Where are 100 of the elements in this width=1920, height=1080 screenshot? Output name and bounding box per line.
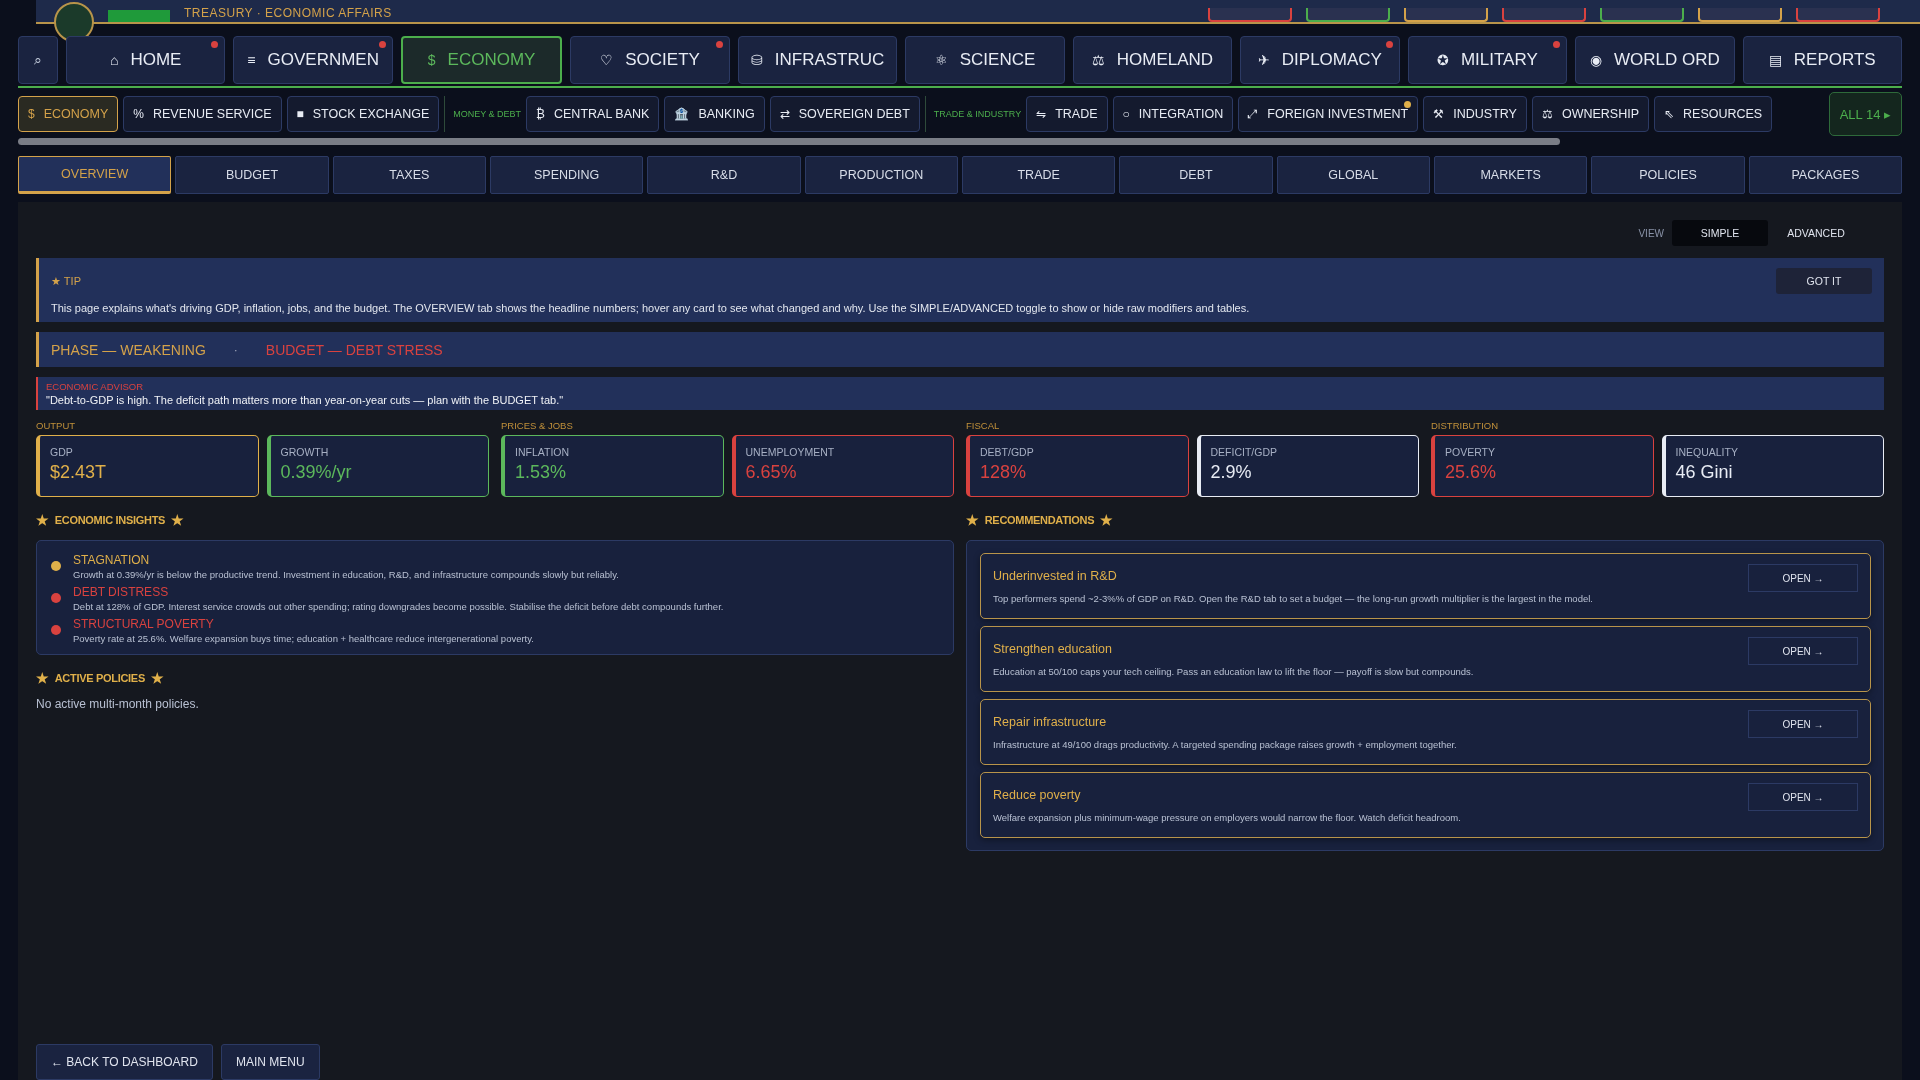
status-chip[interactable] [1404, 8, 1488, 22]
metric-value: 25.6% [1445, 462, 1498, 483]
all-tabs-button[interactable]: ALL 14 ▸ [1828, 92, 1902, 136]
sub-tab[interactable]: ⚖ OWNERSHIP [1531, 96, 1650, 132]
group-label: TRADE & INDUSTRY [924, 96, 1022, 132]
page-tab[interactable]: BUDGET [175, 156, 329, 194]
star-icon: ★ [150, 670, 164, 686]
page-tab[interactable]: R&D [647, 156, 801, 194]
metric-value: 128% [980, 462, 1028, 483]
section-title: RECOMMENDATIONS [984, 514, 1095, 526]
star-icon: ★ [966, 512, 979, 528]
recommendation-title: Strengthen education [993, 641, 1113, 656]
page-tab[interactable]: OVERVIEW [18, 156, 172, 194]
metric-card[interactable]: INEQUALITY 46 Gini [1661, 435, 1884, 497]
status-chip[interactable] [1208, 8, 1292, 22]
nav-tab[interactable]: ♡ SOCIETY [570, 36, 730, 84]
metric-card[interactable]: GDP $2.43T [36, 435, 259, 497]
sub-tab[interactable]: ⚒ INDUSTRY [1423, 96, 1527, 132]
metric-card[interactable]: DEBT/GDP 128% [966, 435, 1189, 497]
nav-tab[interactable]: ✈ DIPLOMACY [1240, 36, 1400, 84]
recommendation-text: Welfare expansion plus minimum-wage pressure on employers would narrow the floor. Watch deficit headroom. [993, 811, 1461, 823]
flag-icon [108, 10, 170, 22]
metric-label: INEQUALITY [1675, 446, 1739, 458]
scrollbar[interactable] [18, 138, 1560, 145]
footer-button[interactable]: ← BACK TO DASHBOARD [36, 1044, 213, 1080]
metric-label: INFLATION [515, 446, 571, 458]
star-icon: ★ [36, 512, 49, 528]
sub-tab[interactable]: ⇋ TRADE [1026, 96, 1108, 132]
nav-tab[interactable]: ⚛ SCIENCE [905, 36, 1065, 84]
page-tab[interactable]: SPENDING [490, 156, 644, 194]
sub-tab[interactable]: % REVENUE SERVICE [123, 96, 282, 132]
group-label: PRICES & JOBS [501, 420, 574, 431]
metric-card[interactable]: INFLATION 1.53% [501, 435, 724, 497]
recommendation-title: Repair infrastructure [993, 714, 1108, 729]
metric-label: DEFICIT/GDP [1210, 446, 1278, 458]
group-label: MONEY & DEBT [444, 96, 522, 132]
recommendation-text: Top performers spend ~2-3%% of GDP on R&D. Open the R&D tab to set a budget — the long-run growth multiplier is the largest in the model. [993, 592, 1593, 604]
view-label: VIEW [1638, 227, 1664, 239]
recommendation-text: Infrastructure at 49/100 drags productivity. A targeted spending package raises growth + employment together. [993, 738, 1457, 750]
nav-tab[interactable]: ⌂ HOME [66, 36, 226, 84]
tip-title: ★ TIP [51, 274, 81, 288]
metric-value: 2.9% [1210, 462, 1253, 483]
open-button[interactable]: OPEN → [1748, 564, 1858, 592]
nav-tab[interactable]: ⛁ INFRASTRUC [737, 36, 898, 84]
nav-tab[interactable]: $ ECONOMY [400, 36, 563, 84]
nav-tab[interactable]: ▤ REPORTS [1742, 36, 1902, 84]
section-title: ACTIVE POLICIES [54, 672, 145, 684]
page-tab[interactable]: TAXES [332, 156, 486, 194]
metric-value: 1.53% [515, 462, 568, 483]
page-tab[interactable]: PRODUCTION [804, 156, 958, 194]
page-tab[interactable]: GLOBAL [1276, 156, 1430, 194]
status-chip[interactable] [1306, 8, 1390, 22]
page-tab[interactable]: MARKETS [1434, 156, 1588, 194]
status-chip[interactable] [1698, 8, 1782, 22]
status-chip[interactable] [1502, 8, 1586, 22]
metric-card[interactable]: GROWTH 0.39%/yr [266, 435, 489, 497]
status-chip[interactable] [1796, 8, 1880, 22]
sub-tab[interactable]: ○ INTEGRATION [1112, 96, 1234, 132]
insight-text: Debt at 128% of GDP. Interest service crowds out other spending; rating downgrades become possible. Stabilise the deficit before debt compounds further. [73, 601, 724, 612]
metric-label: GROWTH [280, 446, 330, 458]
insight-title: DEBT DISTRESS [73, 585, 170, 599]
view-toggle[interactable]: ADVANCED [1768, 220, 1864, 246]
nav-tab[interactable]: ✪ MILITARY [1407, 36, 1568, 84]
got-it-button[interactable]: GOT IT [1776, 268, 1872, 294]
nav-tab[interactable]: ≡ GOVERNMEN [233, 36, 393, 84]
metric-card[interactable]: DEFICIT/GDP 2.9% [1196, 435, 1419, 497]
search-button[interactable]: ⌕ [18, 36, 58, 84]
group-label: FISCAL [966, 420, 1001, 431]
star-icon: ★ [1100, 512, 1113, 528]
insight-text: Poverty rate at 25.6%. Welfare expansion buys time; education + healthcare reduce intergenerational poverty. [73, 633, 534, 644]
nav-tab[interactable]: ⚖ HOMELAND [1072, 36, 1233, 84]
metric-value: 46 Gini [1675, 462, 1734, 483]
advisor-quote: "Debt-to-GDP is high. The deficit path matters more than year-on-year cuts — plan with the BUDGET tab." [46, 394, 565, 406]
empty-message: No active multi-month policies. [36, 697, 200, 711]
page-tab[interactable]: PACKAGES [1748, 156, 1902, 194]
metric-value: $2.43T [50, 462, 108, 483]
sub-tab[interactable]: ₿ CENTRAL BANK [526, 96, 660, 132]
metric-card[interactable]: UNEMPLOYMENT 6.65% [731, 435, 954, 497]
metric-label: POVERTY [1445, 446, 1496, 458]
open-button[interactable]: OPEN → [1748, 637, 1858, 665]
sub-tab[interactable]: $ ECONOMY [18, 96, 119, 132]
page-tab[interactable]: TRADE [962, 156, 1116, 194]
view-toggle[interactable]: SIMPLE [1672, 220, 1768, 246]
insight-text: Growth at 0.39%/yr is below the productive trend. Investment in education, R&D, and infrastructure compounds slowly but reliably. [73, 569, 619, 580]
sub-tab[interactable]: ⇖ RESOURCES [1654, 96, 1773, 132]
metric-label: UNEMPLOYMENT [745, 446, 836, 458]
sub-tab[interactable]: ⤢ FOREIGN INVESTMENT [1238, 96, 1419, 132]
recommendation-title: Underinvested in R&D [993, 568, 1118, 583]
footer-button[interactable]: MAIN MENU [220, 1044, 320, 1080]
status-chip[interactable] [1600, 8, 1684, 22]
open-button[interactable]: OPEN → [1748, 710, 1858, 738]
sub-tab[interactable]: ⇄ SOVEREIGN DEBT [769, 96, 920, 132]
page-tab[interactable]: POLICIES [1591, 156, 1745, 194]
sub-tab[interactable]: 🏦 BANKING [664, 96, 765, 132]
sub-tab[interactable]: ■ STOCK EXCHANGE [286, 96, 440, 132]
recommendation-text: Education at 50/100 caps your tech ceiling. Pass an education law to lift the floor — payoff is slow but compounds. [993, 665, 1474, 677]
nav-tab[interactable]: ◉ WORLD ORD [1575, 36, 1735, 84]
open-button[interactable]: OPEN → [1748, 783, 1858, 811]
page-tab[interactable]: DEBT [1119, 156, 1273, 194]
metric-card[interactable]: POVERTY 25.6% [1431, 435, 1654, 497]
